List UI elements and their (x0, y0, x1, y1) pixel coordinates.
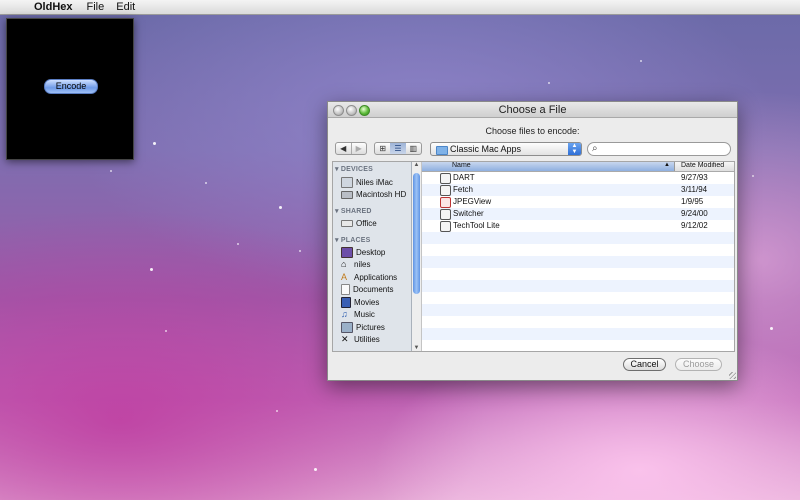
pictures-icon (341, 322, 353, 333)
view-mode-buttons: ⊞ ☰ ▥ (374, 142, 422, 155)
empty-list-area (422, 232, 734, 351)
hard-drive-icon (341, 190, 353, 199)
location-label: Classic Mac Apps (450, 144, 522, 154)
app-icon-fetch (440, 185, 451, 196)
dialog-titlebar[interactable]: Choose a File (328, 102, 737, 118)
choose-button[interactable]: Choose (675, 358, 722, 371)
folder-icon (436, 146, 448, 155)
sidebar-item-office[interactable]: Office (341, 218, 377, 229)
documents-icon (341, 284, 350, 295)
resize-grip-icon[interactable] (729, 372, 736, 379)
sort-ascending-icon: ▲ (664, 162, 670, 168)
cancel-button[interactable]: Cancel (623, 358, 666, 371)
sidebar-heading-devices: ▾ DEVICES (335, 166, 373, 173)
forward-arrow-icon[interactable]: ▶ (352, 144, 367, 153)
sidebar-item-desktop[interactable]: Desktop (341, 247, 385, 258)
list-header: Name ▲ Date Modified (422, 162, 734, 172)
sidebar-item-movies[interactable]: Movies (341, 297, 379, 308)
icon-view-icon[interactable]: ⊞ (375, 143, 390, 154)
music-icon: ♫ (341, 309, 348, 319)
network-computer-icon (341, 220, 353, 227)
file-row-techtool-lite[interactable]: TechTool Lite 9/12/02 (422, 220, 734, 232)
back-arrow-icon[interactable]: ◀ (336, 144, 351, 153)
app-icon-jpegview (440, 197, 451, 208)
column-header-name[interactable]: Name ▲ (422, 162, 675, 171)
sidebar-scrollbar[interactable]: ▲ ▼ (412, 162, 422, 351)
file-row-dart[interactable]: DART 9/27/93 (422, 172, 734, 184)
sidebar-heading-places: ▾ PLACES (335, 237, 371, 244)
movies-icon (341, 297, 351, 308)
search-icon: ⌕ (592, 143, 598, 154)
sidebar-item-pictures[interactable]: Pictures (341, 322, 385, 333)
list-view-icon[interactable]: ☰ (390, 143, 406, 154)
back-forward-buttons: ◀ ▶ (335, 142, 367, 155)
column-view-icon[interactable]: ▥ (406, 143, 421, 154)
app-icon-dart (440, 173, 451, 184)
location-popup[interactable]: Classic Mac Apps ▲ ▼ (430, 142, 582, 156)
column-header-date-modified[interactable]: Date Modified (681, 162, 724, 169)
file-list: Name ▲ Date Modified DART 9/27/93 Fetch … (422, 162, 734, 351)
sidebar-item-music[interactable]: ♫ Music (341, 309, 375, 320)
choose-file-dialog: Choose a File Choose files to encode: ◀ … (327, 101, 738, 381)
menu-app-name[interactable]: OldHex (34, 1, 73, 13)
sidebar-heading-shared: ▾ SHARED (335, 208, 372, 215)
desktop-icon (341, 247, 353, 258)
sidebar-item-applications[interactable]: A Applications (341, 272, 397, 283)
app-icon-switcher (440, 209, 451, 220)
sidebar-item-niles-imac[interactable]: Niles iMac (341, 177, 393, 188)
popup-arrows-icon: ▲ ▼ (568, 143, 581, 155)
applications-icon: A (341, 272, 348, 282)
imac-icon (341, 177, 353, 188)
sidebar-item-macintosh-hd[interactable]: Macintosh HD (341, 189, 406, 200)
sidebar-item-utilities[interactable]: ✕ Utilities (341, 334, 380, 345)
file-row-fetch[interactable]: Fetch 3/11/94 (422, 184, 734, 196)
dialog-title: Choose a File (498, 104, 567, 116)
menu-edit[interactable]: Edit (116, 1, 135, 13)
sidebar-item-niles[interactable]: ⌂ niles (341, 259, 370, 270)
utilities-icon: ✕ (341, 334, 349, 344)
oldhex-window: Encode (6, 18, 134, 160)
scroll-up-icon[interactable]: ▲ (412, 162, 421, 168)
menu-file[interactable]: File (87, 1, 105, 13)
search-input[interactable]: ⌕ (587, 142, 731, 156)
dialog-prompt: Choose files to encode: (485, 126, 580, 136)
sidebar-scroll-thumb[interactable] (413, 173, 420, 294)
sidebar[interactable]: ▾ DEVICES Niles iMac Macintosh HD ▾ SHAR… (333, 162, 412, 351)
sidebar-item-documents[interactable]: Documents (341, 284, 393, 295)
encode-button[interactable]: Encode (44, 79, 98, 94)
file-browser: ▾ DEVICES Niles iMac Macintosh HD ▾ SHAR… (332, 161, 735, 352)
app-icon-techtool-lite (440, 221, 451, 232)
menu-bar: OldHex File Edit (0, 0, 800, 15)
scroll-down-icon[interactable]: ▼ (412, 345, 421, 351)
home-icon: ⌂ (341, 259, 347, 269)
file-row-switcher[interactable]: Switcher 9/24/00 (422, 208, 734, 220)
file-row-jpegview[interactable]: JPEGView 1/9/95 (422, 196, 734, 208)
